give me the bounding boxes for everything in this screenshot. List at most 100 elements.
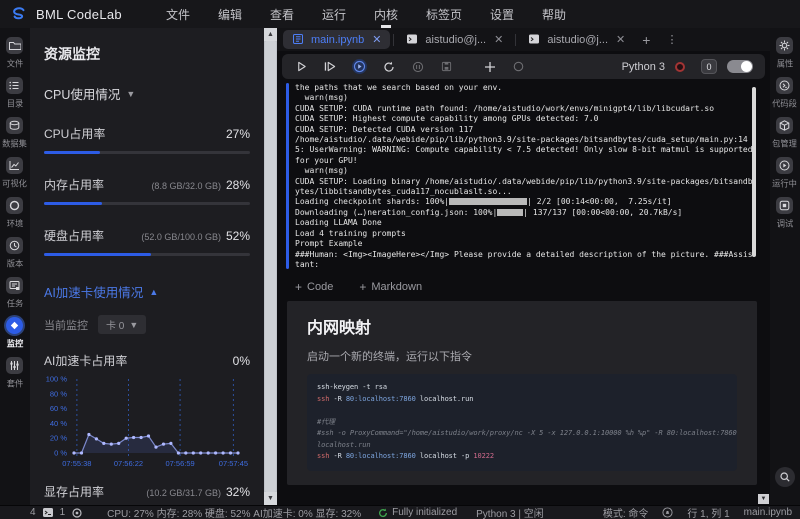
refresh-kernel-button[interactable] bbox=[381, 59, 396, 74]
rail-item-version[interactable]: 版本 bbox=[6, 237, 24, 270]
tab-aistudio-j---[interactable]: aistudio@j... ✕ bbox=[397, 30, 512, 49]
rail-item-package[interactable]: 包管理 bbox=[771, 117, 798, 150]
rail-item-viz[interactable]: 可视化 bbox=[1, 157, 28, 190]
terminal-icon bbox=[42, 508, 53, 517]
notebook-icon bbox=[292, 33, 305, 46]
rail-item-label: 任务 bbox=[6, 299, 24, 309]
zero-badge-button[interactable]: 0 bbox=[701, 59, 717, 74]
terminal-line: CUDA SETUP: Loading binary /home/aistudi… bbox=[295, 176, 753, 186]
accelerator-section-header[interactable]: AI加速卡使用情况 ▲ bbox=[44, 282, 250, 301]
terminal-line: Loading LLAMA Done bbox=[295, 218, 382, 228]
menu-bar: BML CodeLab 文件 编辑 查看 运行 内核 标签页 设置 帮助 bbox=[0, 0, 800, 28]
code-line: #ssh -o ProxyCommand="/home/aistudio/wor… bbox=[317, 429, 737, 437]
output-scrollbar[interactable] bbox=[752, 87, 756, 257]
rail-item-debug[interactable]: 调试 bbox=[776, 197, 794, 230]
add-markdown-cell-button[interactable]: + Markdown bbox=[359, 280, 422, 294]
restart-run-button[interactable] bbox=[352, 59, 367, 74]
menu-item-3[interactable]: 查看 bbox=[256, 0, 308, 28]
rail-item-env[interactable]: 环境 bbox=[6, 197, 24, 230]
markdown-code-block: ssh-keygen -t rsa ssh -R 80:localhost:786… bbox=[307, 374, 737, 471]
run-all-button[interactable] bbox=[323, 59, 338, 74]
tab-label: main.ipynb bbox=[311, 33, 365, 46]
menu-item-4[interactable]: 运行 bbox=[308, 0, 360, 28]
rail-item-dataset[interactable]: 数据集 bbox=[1, 117, 28, 150]
svg-text:07:56:22: 07:56:22 bbox=[114, 459, 143, 468]
rail-item-snippet[interactable]: 代码段 bbox=[771, 77, 798, 110]
resource-monitor-panel: 资源监控 CPU使用情况 ▼ CPU占用率 27% 内存占用率 (8.8 GB/32.… bbox=[30, 28, 264, 505]
new-tab-button[interactable]: + bbox=[634, 32, 658, 48]
tab-separator bbox=[393, 33, 395, 46]
terminal-line: ###Human: <Img><ImageHere></Img> Please … bbox=[295, 249, 753, 259]
rail-item-gear[interactable]: 属性 bbox=[776, 37, 794, 70]
chevron-up-icon: ▲ bbox=[149, 286, 159, 297]
gpu-util-header: AI加速卡占用率 0% bbox=[44, 352, 250, 369]
cpu-section-header[interactable]: CPU使用情况 ▼ bbox=[44, 84, 250, 103]
record-circle-button[interactable] bbox=[511, 59, 526, 74]
meter-track bbox=[44, 253, 250, 256]
kernel-status[interactable]: Python 3 | 空闲 bbox=[476, 505, 544, 519]
rail-item-running[interactable]: 运行中 bbox=[771, 157, 798, 190]
scroll-down-button[interactable]: ▼ bbox=[264, 492, 277, 505]
code-line: ssh -R 80:localhost:7860 localhost.run bbox=[317, 394, 474, 403]
menu-item-5[interactable]: 内核 bbox=[360, 0, 412, 28]
menu-item-1[interactable]: 文件 bbox=[152, 0, 204, 28]
rail-item-label: 版本 bbox=[6, 259, 24, 269]
menu-item-7[interactable]: 设置 bbox=[476, 0, 528, 28]
rail-item-label: 监控 bbox=[6, 339, 24, 349]
gpu-mem-label: 显存占用率 bbox=[44, 485, 105, 499]
rail-item-folder[interactable]: 文件 bbox=[6, 37, 24, 70]
run-cell-button[interactable] bbox=[294, 59, 309, 74]
menu-item-2[interactable]: 编辑 bbox=[204, 0, 256, 28]
svg-text:60 %: 60 % bbox=[50, 404, 67, 413]
meter-list: CPU占用率 27% 内存占用率 (8.8 GB/32.0 GB) 28% 硬盘占用率 (5… bbox=[44, 125, 250, 256]
menu-item-6[interactable]: 标签页 bbox=[412, 0, 476, 28]
suite-icon bbox=[6, 357, 24, 374]
tab-aistudio-j---[interactable]: aistudio@j... ✕ bbox=[519, 30, 634, 49]
help-search-button[interactable] bbox=[775, 467, 795, 487]
cursor-position[interactable]: 行 1, 列 1 bbox=[687, 505, 729, 519]
rail-item-suite[interactable]: 套件 bbox=[6, 357, 24, 390]
close-tab-icon[interactable]: ✕ bbox=[372, 33, 381, 46]
card-select[interactable]: 卡 0 ▼ bbox=[98, 315, 147, 334]
env-icon bbox=[6, 197, 24, 214]
rail-item-label: 运行中 bbox=[772, 179, 798, 189]
terminal-icon bbox=[406, 33, 419, 46]
rail-item-label: 目录 bbox=[6, 99, 24, 109]
tab-bar: main.ipynb ✕ aistudio@j... ✕ aistudio@j... ✕ +… bbox=[277, 28, 770, 51]
rail-item-tasks[interactable]: 任务 bbox=[6, 277, 24, 310]
markdown-cell[interactable]: 内网映射 启动一个新的终端，运行以下指令 ssh-keygen -t rsa ss… bbox=[287, 301, 757, 485]
menu-item-8[interactable]: 帮助 bbox=[528, 0, 580, 28]
terminal-line: Prompt Example bbox=[295, 239, 363, 249]
scroll-up-button[interactable]: ▲ bbox=[264, 28, 277, 41]
right-activity-rail: 属性代码段包管理运行中调试 bbox=[770, 28, 800, 505]
tab-options-button[interactable]: ⋮ bbox=[658, 33, 685, 46]
kernel-name[interactable]: Python 3 bbox=[622, 61, 665, 73]
terminal-line: Downloading (…)neration_config.json: 100… bbox=[295, 207, 683, 217]
close-tab-icon[interactable]: ✕ bbox=[616, 33, 625, 46]
markdown-heading: 内网映射 bbox=[307, 320, 372, 337]
toolbar-toggle[interactable] bbox=[727, 60, 753, 73]
add-cell-button[interactable] bbox=[482, 59, 497, 74]
tab-label: aistudio@j... bbox=[547, 33, 609, 46]
editor-scroll-down-button[interactable]: ▼ bbox=[758, 494, 769, 504]
rail-item-list[interactable]: 目录 bbox=[6, 77, 24, 110]
panel-scrollbar[interactable]: ▲ ▼ bbox=[264, 28, 277, 505]
add-code-cell-button[interactable]: + Code bbox=[295, 280, 333, 294]
terminal-line: Load 4 training prompts bbox=[295, 228, 406, 238]
close-tab-icon[interactable]: ✕ bbox=[494, 33, 503, 46]
notebook-toolbar: Python 3 0 bbox=[282, 54, 765, 79]
code-line: ssh-keygen -t rsa bbox=[317, 383, 387, 391]
meter-label: 内存占用率 bbox=[44, 178, 105, 192]
rail-item-monitor[interactable]: 监控 bbox=[6, 317, 24, 350]
tab-main-ipynb[interactable]: main.ipynb ✕ bbox=[283, 30, 391, 49]
scrollbar-thumb[interactable] bbox=[265, 41, 276, 492]
chevron-down-icon: ▼ bbox=[126, 88, 136, 99]
save-button[interactable] bbox=[439, 59, 454, 74]
interrupt-button[interactable] bbox=[410, 59, 425, 74]
notification-icon[interactable] bbox=[662, 507, 673, 518]
rail-item-label: 代码段 bbox=[772, 99, 798, 109]
svg-text:40 %: 40 % bbox=[50, 419, 67, 428]
output-cell[interactable]: the paths that we search based on your e… bbox=[277, 81, 770, 271]
markdown-subtitle: 启动一个新的终端，运行以下指令 bbox=[307, 351, 472, 363]
